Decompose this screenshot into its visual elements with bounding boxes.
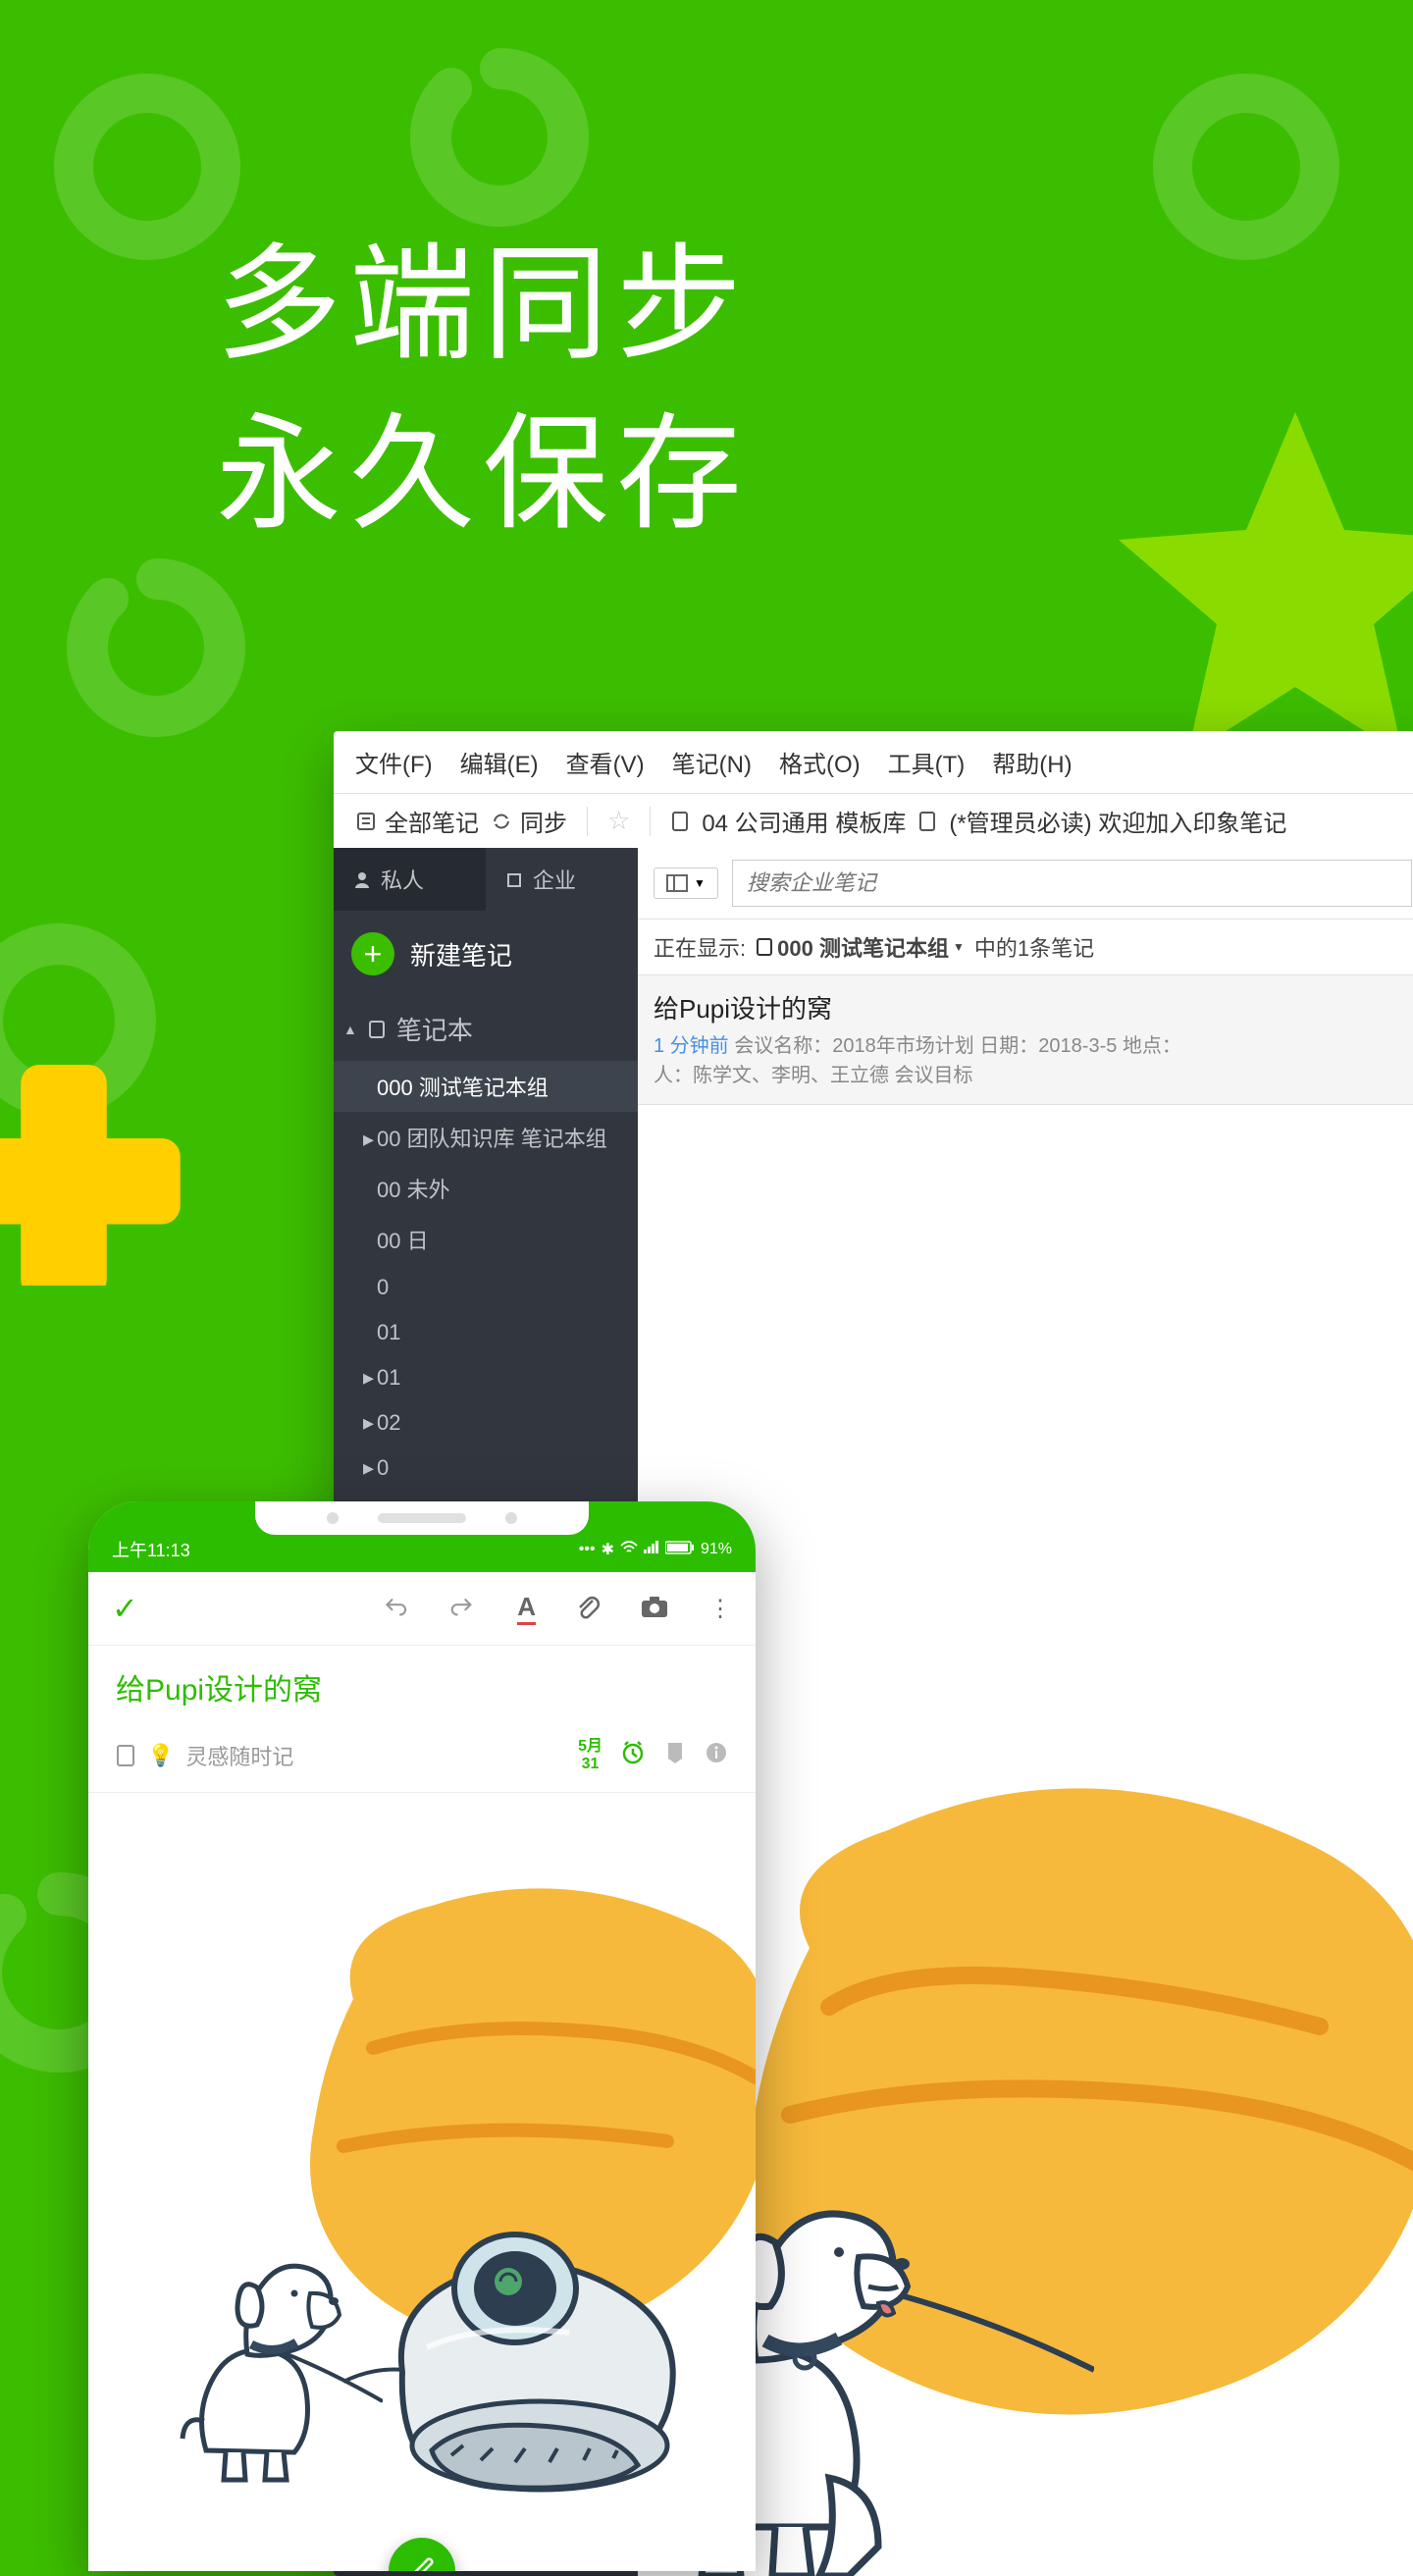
format-button[interactable]: A (517, 1592, 536, 1625)
redo-button[interactable] (450, 1595, 478, 1623)
sidebar-tab-personal[interactable]: 私人 (334, 848, 486, 911)
list-item[interactable]: ▸00 团队知识库 笔记本组 (334, 1112, 638, 1163)
attach-button[interactable] (575, 1593, 601, 1625)
list-item[interactable]: ▸02 (334, 1400, 638, 1446)
bluetooth-icon: ✱ (602, 1540, 614, 1559)
note-icon (917, 811, 937, 832)
new-note-label: 新建笔记 (410, 936, 512, 973)
list-item[interactable]: 00 日 (334, 1214, 638, 1265)
sync-button[interactable]: 同步 (491, 804, 567, 838)
robot-sketch (343, 2176, 697, 2509)
star-icon[interactable]: ☆ (607, 806, 630, 836)
all-notes-button[interactable]: 全部笔记 (355, 804, 479, 838)
notebook-icon (670, 811, 690, 832)
view-toggle[interactable]: ▼ (654, 867, 718, 899)
menu-help[interactable]: 帮助(H) (992, 745, 1072, 779)
phone-notch (255, 1501, 589, 1535)
menu-file[interactable]: 文件(F) (355, 745, 433, 779)
plus-decoration (0, 1040, 186, 1286)
reminder-icon[interactable] (620, 1740, 646, 1770)
note-title-input[interactable]: 给Pupi设计的窝 (88, 1646, 756, 1728)
notebook-name[interactable]: 灵感随时记 (185, 1740, 293, 1771)
pencil-icon (407, 2556, 437, 2571)
sync-label: 同步 (520, 804, 567, 838)
status-time: 上午11:13 (112, 1537, 190, 1562)
lightbulb-icon: 💡 (147, 1743, 174, 1768)
menu-tools[interactable]: 工具(T) (888, 745, 966, 779)
sidebar-tab-business[interactable]: 企业 (486, 848, 638, 911)
editor-toolbar: ✓ A ⋮ (88, 1572, 756, 1646)
notebook-icon[interactable] (116, 1744, 135, 1767)
breadcrumb-2[interactable]: (*管理员必读) 欢迎加入印象笔记 (949, 804, 1286, 838)
camera-button[interactable] (640, 1595, 669, 1623)
menu-format[interactable]: 格式(O) (779, 745, 861, 779)
list-item[interactable]: 00 未外 (334, 1163, 638, 1214)
showing-notebook-dropdown[interactable]: 000 测试笔记本组 ▼ (756, 931, 965, 963)
list-item[interactable]: ▸0 (334, 1446, 638, 1491)
done-button[interactable]: ✓ (112, 1590, 138, 1627)
star-decoration (1099, 393, 1413, 785)
note-preview-2: 人：陈学文、李明、王立德 会议目标 (654, 1065, 973, 1086)
more-button[interactable]: ⋮ (708, 1595, 732, 1623)
headline-line1: 多端同步 (216, 235, 750, 375)
battery-icon (665, 1541, 695, 1559)
info-icon[interactable] (705, 1741, 728, 1769)
headline-line2: 永久保存 (216, 404, 750, 545)
list-item[interactable]: 01 (334, 1310, 638, 1355)
showing-bar: 正在显示: 000 测试笔记本组 ▼ 中的1条笔记 (638, 920, 1413, 975)
undo-button[interactable] (384, 1595, 411, 1623)
note-preview-1: 会议名称：2018年市场计划 日期：2018-3-5 地点： (734, 1035, 1181, 1057)
tag-icon[interactable] (663, 1740, 687, 1770)
notebook-list: 000 测试笔记本组 ▸00 团队知识库 笔记本组 00 未外 00 日 0 0… (334, 1061, 638, 1491)
new-note-button[interactable]: + 新建笔记 (334, 911, 638, 997)
menubar: 文件(F) 编辑(E) 查看(V) 笔记(N) 格式(O) 工具(T) 帮助(H… (334, 731, 1413, 793)
list-item[interactable]: ▸01 (334, 1355, 638, 1400)
showing-count: 中的1条笔记 (974, 931, 1094, 963)
date-badge[interactable]: 5月 31 (578, 1738, 602, 1772)
note-canvas[interactable] (88, 1793, 756, 2529)
menu-note[interactable]: 笔记(N) (672, 745, 752, 779)
note-list-item[interactable]: 给Pupi设计的窝 1 分钟前 会议名称：2018年市场计划 日期：2018-3… (638, 975, 1413, 1105)
edit-fab[interactable] (389, 2538, 455, 2571)
note-title: 给Pupi设计的窝 (654, 989, 1412, 1025)
search-input[interactable] (732, 860, 1412, 907)
note-time: 1 分钟前 (654, 1035, 729, 1057)
battery-percent: 91% (701, 1541, 732, 1558)
menu-edit[interactable]: 编辑(E) (460, 745, 539, 779)
plus-icon: + (351, 932, 394, 975)
menu-view[interactable]: 查看(V) (566, 745, 645, 779)
showing-label: 正在显示: (654, 931, 746, 963)
headline: 多端同步 永久保存 (216, 221, 750, 560)
sidebar-section-notebooks[interactable]: ▲ 笔记本 (334, 997, 638, 1061)
wifi-icon (620, 1541, 638, 1559)
phone-frame: 上午11:13 ••• ✱ 91% ✓ A ⋮ 给Pupi设计的窝 (88, 1501, 756, 2571)
note-meta-row: 💡 灵感随时记 5月 31 (88, 1728, 756, 1793)
breadcrumb-1[interactable]: 04 公司通用 模板库 (702, 804, 906, 838)
section-label: 笔记本 (396, 1011, 473, 1047)
more-icon: ••• (579, 1541, 596, 1558)
list-item[interactable]: 0 (334, 1265, 638, 1310)
list-item[interactable]: 000 测试笔记本组 (334, 1061, 638, 1112)
toolbar: 全部笔记 同步 ☆ 04 公司通用 模板库 (*管理员必读) 欢迎加入印象笔记 (334, 793, 1413, 848)
signal-icon (644, 1541, 659, 1559)
all-notes-label: 全部笔记 (385, 804, 479, 838)
